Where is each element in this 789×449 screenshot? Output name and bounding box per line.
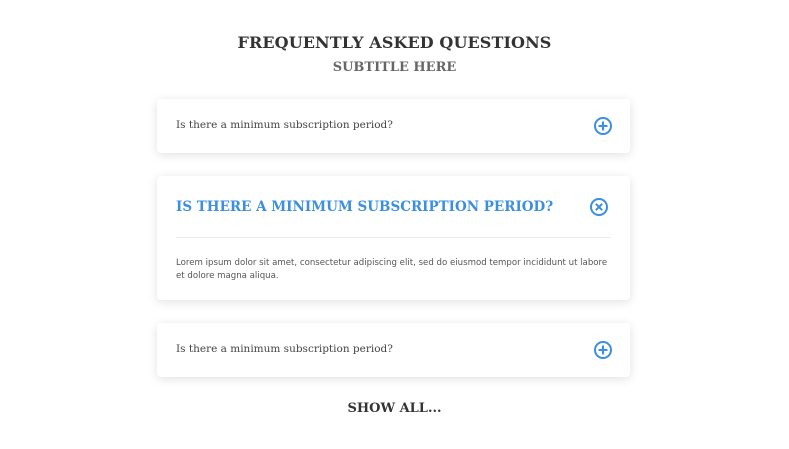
faq-item-3[interactable]: Is there a minimum subscription period? (157, 323, 630, 377)
plus-circle-icon[interactable] (594, 117, 612, 135)
plus-circle-icon[interactable] (594, 341, 612, 359)
page-subtitle: SUBTITLE HERE (332, 60, 457, 75)
close-circle-icon[interactable] (590, 198, 608, 216)
faq-divider (176, 237, 611, 238)
page-title: FREQUENTLY ASKED QUESTIONS (237, 33, 552, 52)
faq-question-expanded[interactable]: IS THERE A MINIMUM SUBSCRIPTION PERIOD? (176, 199, 553, 215)
faq-question[interactable]: Is there a minimum subscription period? (176, 119, 393, 131)
faq-page: FREQUENTLY ASKED QUESTIONS SUBTITLE HERE… (0, 0, 789, 449)
show-all-link[interactable]: SHOW ALL... (0, 401, 789, 416)
faq-item-1[interactable]: Is there a minimum subscription period? (157, 99, 630, 153)
faq-question[interactable]: Is there a minimum subscription period? (176, 343, 393, 355)
faq-answer: Lorem ipsum dolor sit amet, consectetur … (176, 258, 608, 281)
faq-item-2-expanded[interactable]: IS THERE A MINIMUM SUBSCRIPTION PERIOD? … (157, 176, 630, 300)
